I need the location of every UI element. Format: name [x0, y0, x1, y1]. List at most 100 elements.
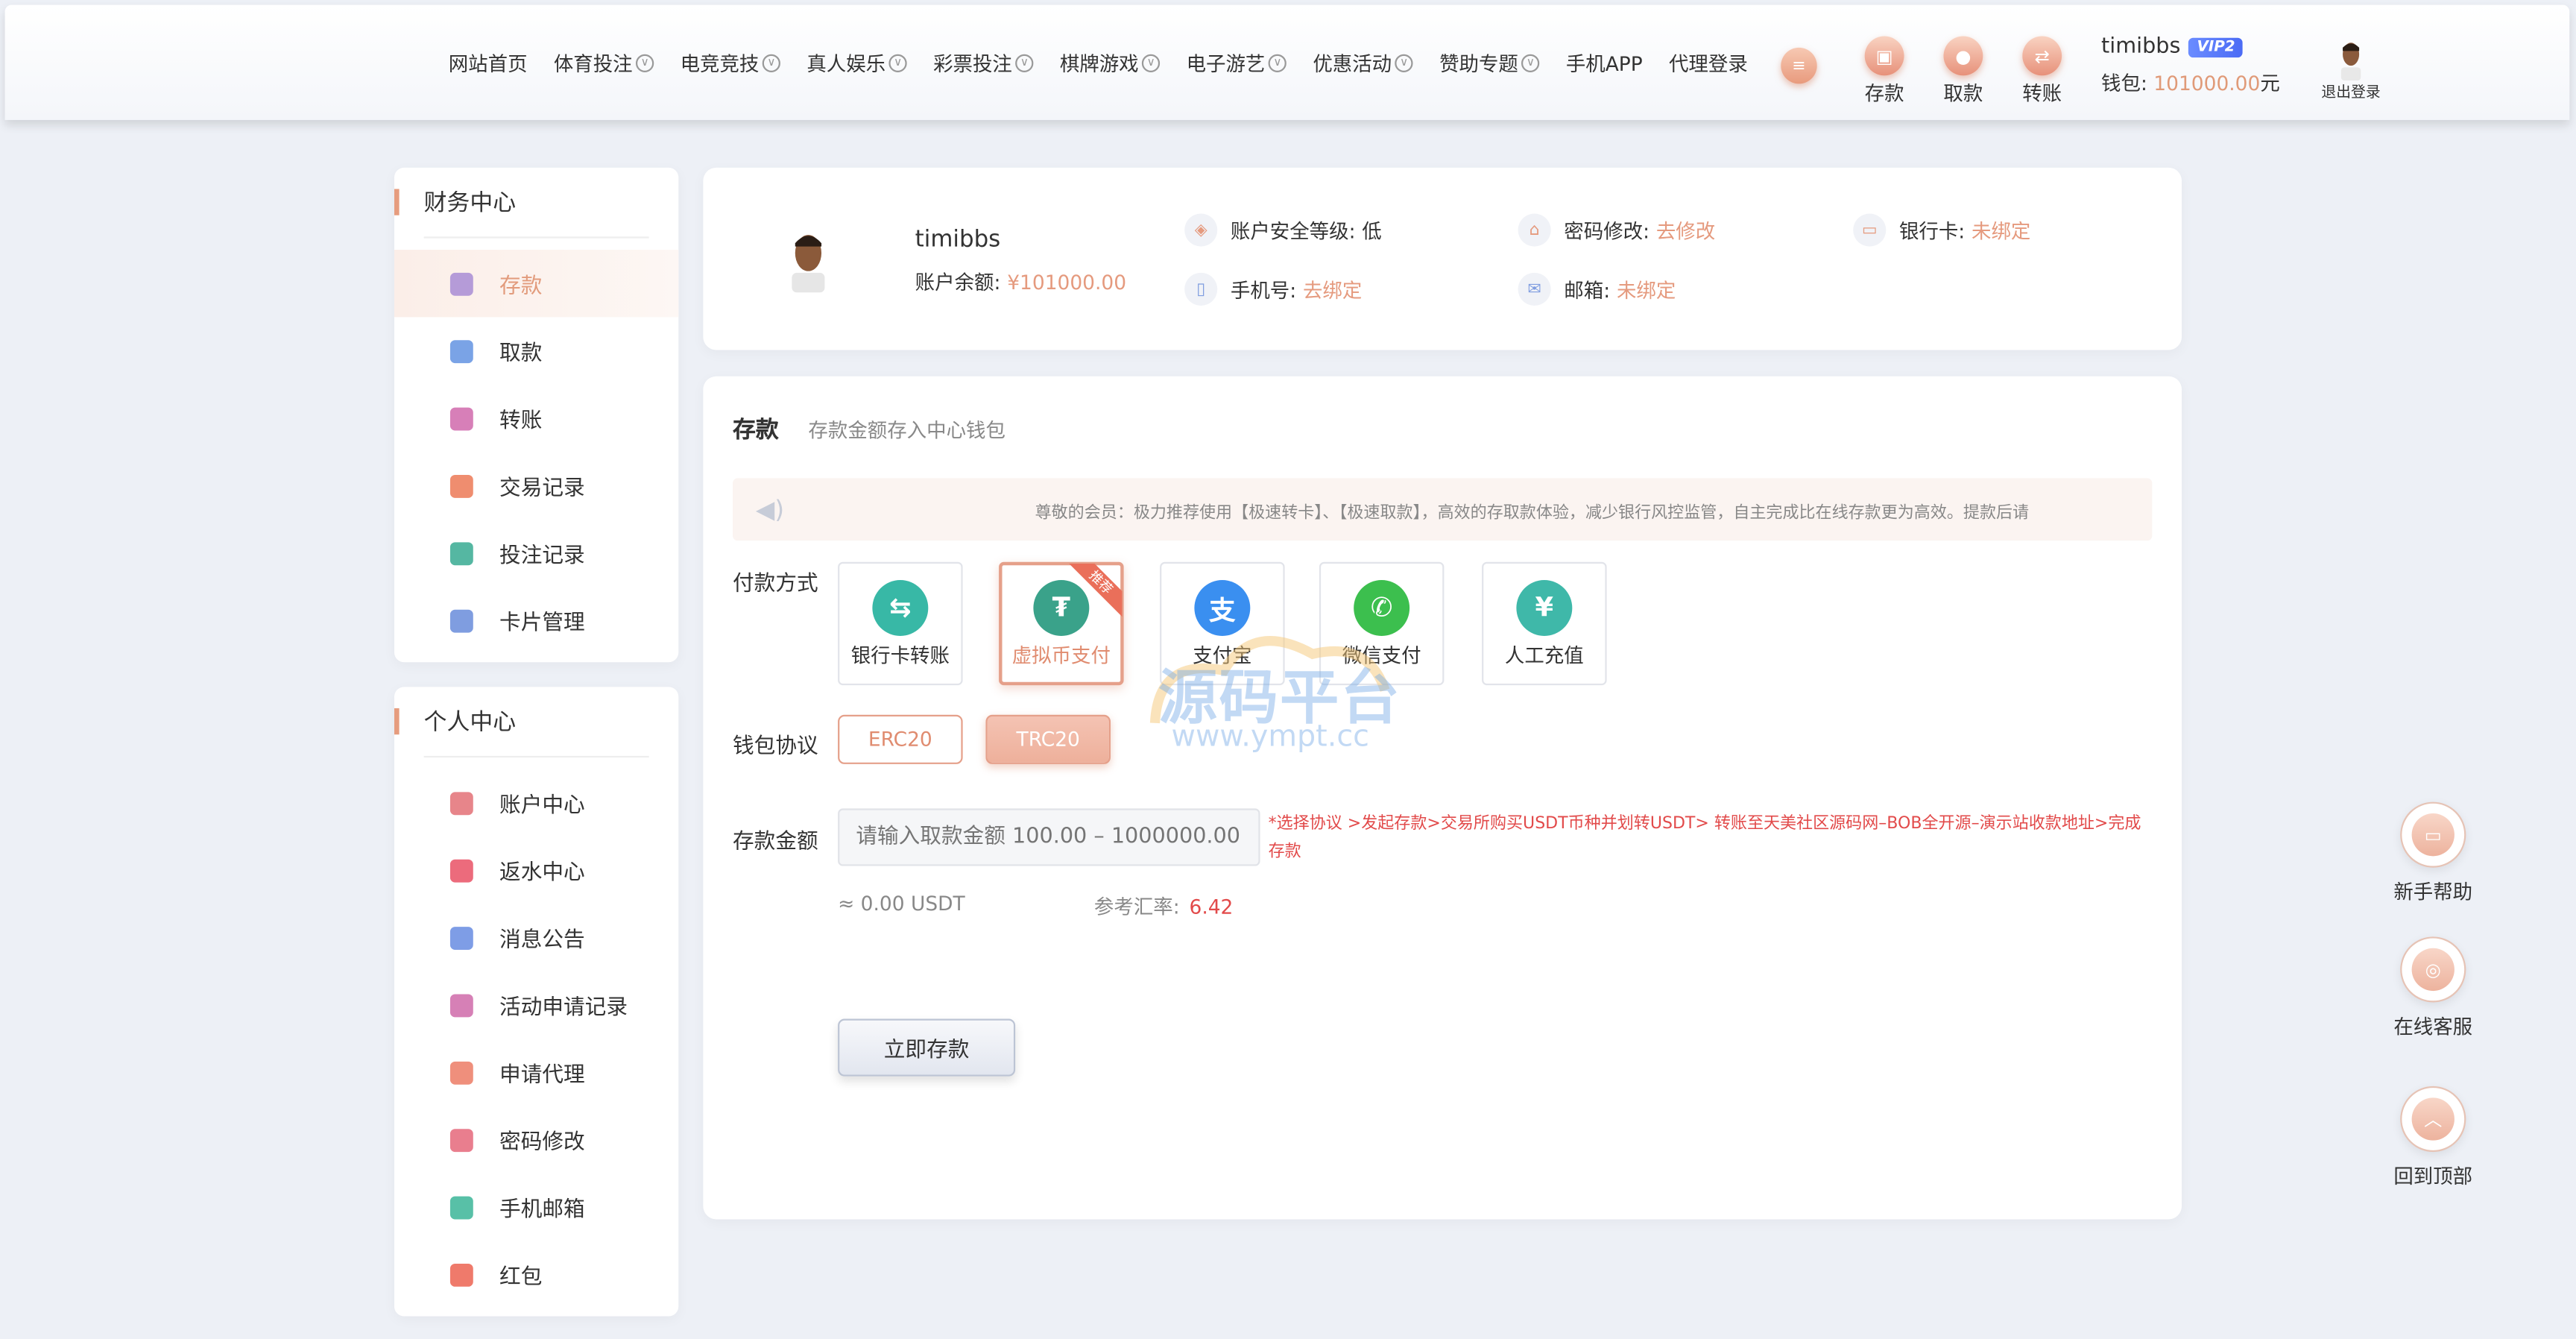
usdt-estimate: ≈ 0.00 USDT — [838, 892, 965, 916]
recommended-badge-label: 推荐 — [1066, 564, 1123, 618]
balance-value: ¥101000.00 — [1007, 270, 1127, 294]
deposit-card: 存款 存款金额存入中心钱包 ◀) 尊敬的会员：极力推荐使用【极速转卡】、【极速取… — [703, 376, 2182, 1220]
payment-method-icon: 支 — [1194, 579, 1251, 635]
sidebar-item[interactable]: 取款 — [394, 317, 678, 384]
avatar-icon — [2340, 42, 2361, 81]
quick-deposit-label: 存款 — [1864, 82, 1904, 106]
payment-method-option[interactable]: ⇆ 银行卡转账 — [838, 561, 963, 686]
nav-item[interactable]: 彩票投注 ∨ — [933, 48, 1034, 76]
quick-transfer-label: 转账 — [2022, 82, 2062, 106]
rate-value: 6.42 — [1189, 895, 1234, 919]
nav-item[interactable]: 优惠活动 ∨ — [1313, 48, 1413, 76]
payment-method-option[interactable]: ✆ 微信支付 — [1319, 561, 1445, 686]
recommended-badge: 推荐 — [1066, 564, 1123, 620]
payment-method-label: 支付宝 — [1193, 643, 1252, 667]
chevron-down-icon: ∨ — [1268, 53, 1287, 72]
chevron-down-icon: ∨ — [1015, 53, 1034, 72]
notice-bar: ◀) 尊敬的会员：极力推荐使用【极速转卡】、【极速取款】，高效的存取款体验，减少… — [733, 478, 2153, 541]
nav-item-label: 电竞竞技 — [680, 51, 760, 75]
sidebar-item[interactable]: 返水中心 — [394, 837, 678, 904]
bank-label: 银行卡: — [1898, 219, 1966, 243]
payment-method-option[interactable]: 支支付宝 — [1160, 561, 1285, 686]
sidebar-item[interactable]: 申请代理 — [394, 1039, 678, 1106]
chevron-down-icon: ∨ — [1395, 53, 1413, 72]
profile-username: timibbs — [915, 227, 1001, 253]
profile-balance-row: 账户余额: ¥101000.00 — [915, 268, 1126, 295]
divider — [423, 755, 649, 758]
protocol-trc20-button[interactable]: TRC20 — [985, 714, 1111, 764]
sidebar-item[interactable]: 存款 — [394, 250, 679, 318]
nav-item[interactable]: 棋牌游戏 ∨ — [1060, 48, 1161, 76]
sidebar-item[interactable]: 密码修改 — [394, 1106, 678, 1173]
sidebar-item[interactable]: 消息公告 — [394, 904, 678, 971]
nav-item[interactable]: 代理登录 — [1669, 48, 1748, 76]
bank-card-row: ▭ 银行卡: 未绑定 — [1853, 213, 2030, 247]
notice-text: 尊敬的会员：极力推荐使用【极速转卡】、【极速取款】，高效的存取款体验，减少银行风… — [1035, 504, 2030, 523]
rate-label: 参考汇率: — [1093, 895, 1180, 919]
menu-icon — [449, 1195, 473, 1219]
exchange-rate: 参考汇率: 6.42 — [1094, 892, 1233, 920]
sidebar-item[interactable]: 交易记录 — [394, 452, 678, 519]
quick-deposit-button[interactable]: ▣ 存款 — [1852, 36, 1917, 107]
nav-item-label: 真人娱乐 — [806, 51, 886, 75]
sidebar-item[interactable]: 投注记录 — [394, 519, 678, 586]
sidebar-item-label: 红包 — [499, 1265, 543, 1291]
security-level-row: ◈ 账户安全等级: 低 — [1184, 213, 1382, 247]
nav-item-label: 手机APP — [1565, 51, 1643, 75]
bind-email-link[interactable]: 未绑定 — [1617, 275, 1676, 303]
wallet-icon: ▣ — [1864, 36, 1904, 76]
change-password-link[interactable]: 去修改 — [1656, 216, 1715, 244]
amount-input[interactable] — [838, 808, 1260, 866]
sidebar-item-label: 密码修改 — [499, 1130, 585, 1156]
nav-item[interactable]: 网站首页 — [449, 48, 528, 76]
payment-method-option[interactable]: ₮ 虚拟币支付 推荐 — [999, 561, 1124, 686]
deposit-hint: *选择协议 >发起存款>交易所购买USDT币种并划转USDT> 转账至天美社区源… — [1268, 815, 2141, 861]
main-nav: 网站首页 体育投注 ∨ 电竞竞技 ∨ 真人娱乐 ∨ 彩票投注 ∨ 棋牌游戏 ∨ 电子游艺 ∨ 优惠活动 ∨ 赞… — [449, 5, 1774, 120]
sidebar-item-label: 投注记录 — [499, 544, 585, 569]
security-value: 低 — [1362, 219, 1382, 243]
deposit-hint-text: 选择协议 >发起存款>交易所购买USDT币种并划转USDT> 转账至天美社区源码… — [1268, 815, 2141, 861]
back-to-top-button[interactable]: ︿ 回到顶部 — [2385, 1086, 2481, 1190]
chevron-down-icon: ∨ — [1521, 53, 1540, 72]
quick-withdraw-button[interactable]: ● 取款 — [1931, 36, 1996, 107]
nav-item-label: 代理登录 — [1668, 51, 1748, 75]
sidebar-item[interactable]: 活动申请记录 — [394, 971, 678, 1039]
sidebar-item[interactable]: 账户中心 — [394, 769, 678, 837]
sidebar-item-label: 手机邮箱 — [499, 1197, 585, 1223]
nav-item[interactable]: 电竞竞技 ∨ — [680, 48, 781, 76]
nav-item[interactable]: 体育投注 ∨ — [554, 48, 654, 76]
logout-button[interactable]: 退出登录 — [2315, 38, 2387, 102]
menu-icon — [449, 1262, 473, 1286]
bind-phone-link[interactable]: 去绑定 — [1303, 275, 1362, 303]
menu-icon — [449, 271, 473, 295]
protocol-erc20-button[interactable]: ERC20 — [838, 714, 963, 764]
sidebar-item[interactable]: 手机邮箱 — [394, 1173, 678, 1241]
lock-icon: ⌂ — [1518, 213, 1551, 247]
submit-deposit-button[interactable]: 立即存款 — [838, 1018, 1016, 1077]
nav-item[interactable]: 手机APP — [1566, 48, 1643, 76]
avatar-icon — [792, 235, 825, 293]
online-service-button[interactable]: ◎ 在线客服 — [2385, 936, 2481, 1040]
quick-transfer-button[interactable]: ⇄ 转账 — [2010, 36, 2075, 107]
sidebar-item[interactable]: 红包 — [394, 1241, 678, 1308]
nav-item[interactable]: 真人娱乐 ∨ — [806, 48, 907, 76]
nav-item[interactable]: 赞助专题 ∨ — [1439, 48, 1540, 76]
newbie-help-button[interactable]: ▭ 新手帮助 — [2385, 801, 2481, 906]
sidebar-item[interactable]: 卡片管理 — [394, 587, 678, 654]
deposit-title: 存款 — [733, 417, 779, 444]
menu-icon — [449, 608, 473, 632]
arrow-up-icon: ︿ — [2411, 1097, 2455, 1141]
online-service-label: 在线客服 — [2393, 1015, 2473, 1039]
sidebar-item[interactable]: 转账 — [394, 385, 678, 452]
message-icon[interactable]: ≡ — [1781, 47, 1817, 84]
finance-center-panel: 财务中心 存款 取款 转账 交易记录 投注记录 卡片管理 — [394, 167, 679, 663]
nav-item-label: 彩票投注 — [933, 51, 1012, 75]
email-label: 邮箱: — [1564, 278, 1611, 302]
nav-item[interactable]: 电子游艺 ∨ — [1187, 48, 1287, 76]
personal-center-title: 个人中心 — [394, 687, 678, 756]
payment-method-option[interactable]: ¥ 人工充值 — [1482, 561, 1607, 686]
menu-icon — [449, 791, 473, 815]
page: 网站首页 体育投注 ∨ 电竞竞技 ∨ 真人娱乐 ∨ 彩票投注 ∨ 棋牌游戏 ∨ 电子游艺 ∨ 优惠活动 ∨ 赞… — [0, 0, 2576, 1339]
bind-bank-link[interactable]: 未绑定 — [1972, 216, 2030, 244]
newbie-help-label: 新手帮助 — [2393, 880, 2473, 904]
